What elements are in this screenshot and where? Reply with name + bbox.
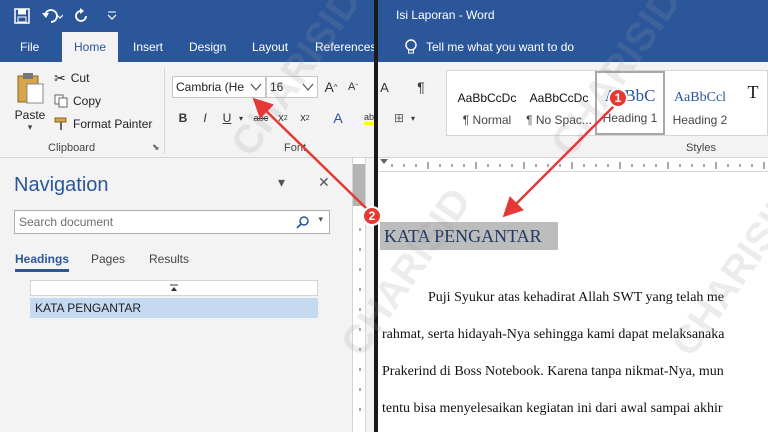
style-sample: AaBbC xyxy=(604,86,656,105)
style-heading-1[interactable]: AaBbC Heading 1 xyxy=(595,71,665,135)
chevron-down-icon[interactable] xyxy=(302,80,314,94)
cut-button[interactable]: ✂ Cut xyxy=(54,68,89,88)
style-no-spacing[interactable]: AaBbCcDc ¶ No Spac... xyxy=(523,71,595,135)
title-bar: Isi Laporan - Word xyxy=(0,0,768,32)
tab-file[interactable]: File xyxy=(20,32,39,62)
style-title[interactable]: T xyxy=(739,71,767,135)
styles-gallery: AaBbCcDc ¶ Normal AaBbCcDc ¶ No Spac... … xyxy=(446,70,768,136)
bold-icon[interactable]: B xyxy=(176,108,190,128)
search-placeholder: Search document xyxy=(19,215,114,229)
grow-font-icon[interactable]: A ^ xyxy=(322,76,340,98)
tell-me-box[interactable]: Tell me what you want to do xyxy=(404,32,574,62)
paste-button[interactable]: Paste ▾ xyxy=(10,72,50,133)
italic-icon[interactable]: I xyxy=(198,108,212,128)
chevron-down-icon[interactable]: ▾ xyxy=(408,108,418,128)
vertical-ruler xyxy=(352,158,366,432)
style-sample: T xyxy=(747,82,759,102)
nav-heading-item[interactable]: KATA PENGANTAR xyxy=(30,298,318,318)
format-painter-label: Format Painter xyxy=(73,117,153,131)
style-name: Heading 2 xyxy=(672,113,728,127)
copy-icon xyxy=(54,94,68,108)
copy-label: Copy xyxy=(73,94,102,108)
cut-label: Cut xyxy=(70,71,90,85)
font-group-label: Font xyxy=(284,142,307,154)
font-name-box[interactable]: Cambria (He xyxy=(172,76,266,98)
font-size-value: 16 xyxy=(270,80,284,94)
navigation-pane: Navigation ▾ ✕ Search document ▾ Heading… xyxy=(0,158,346,432)
document-heading[interactable]: KATA PENGANTAR xyxy=(380,222,558,250)
font-name-value: Cambria (He xyxy=(176,80,245,94)
navigation-title: Navigation xyxy=(14,174,109,196)
document-page[interactable]: KATA PENGANTAR Puji Syukur atas kehadira… xyxy=(378,172,768,432)
search-icon[interactable] xyxy=(296,216,309,229)
style-name: ¶ No Spac... xyxy=(526,113,592,127)
ruler-margin-shade xyxy=(353,164,365,206)
customize-qat-icon[interactable] xyxy=(100,4,124,28)
document-line[interactable]: Puji Syukur atas kehadirat Allah SWT yan… xyxy=(428,290,724,306)
quick-access-toolbar xyxy=(10,4,124,28)
style-normal[interactable]: AaBbCcDc ¶ Normal xyxy=(451,71,523,135)
save-icon[interactable] xyxy=(10,4,34,28)
superscript-icon[interactable]: x2 xyxy=(298,108,312,128)
style-sample: AaBbCcDc xyxy=(529,91,589,105)
copy-button[interactable]: Copy xyxy=(54,91,101,111)
annotation-badge-1: 1 xyxy=(608,88,628,108)
ribbon-tabs: File Home Insert Design Layout Reference… xyxy=(0,32,768,62)
underline-icon[interactable]: U xyxy=(220,108,234,128)
nav-tab-results[interactable]: Results xyxy=(149,252,189,266)
undo-icon[interactable] xyxy=(40,4,64,28)
lightbulb-icon xyxy=(405,39,417,54)
collapse-arrow-icon xyxy=(170,284,178,291)
close-icon[interactable]: ✕ xyxy=(318,174,330,191)
tab-references[interactable]: References xyxy=(315,32,376,62)
styles-group-label: Styles xyxy=(686,142,716,154)
window-title: Isi Laporan - Word xyxy=(396,8,495,22)
paste-dropdown-icon[interactable]: ▾ xyxy=(10,122,50,133)
annotation-badge-2: 2 xyxy=(362,206,382,226)
style-name: Heading 1 xyxy=(602,111,658,125)
tab-layout[interactable]: Layout xyxy=(252,32,288,62)
chevron-down-icon[interactable]: ▾ xyxy=(278,174,285,191)
pilcrow-icon[interactable]: ¶ xyxy=(412,76,430,98)
ruler-ticks xyxy=(380,159,765,169)
search-document-input[interactable]: Search document ▾ xyxy=(14,210,330,234)
redo-icon[interactable] xyxy=(70,4,94,28)
nav-tab-pages[interactable]: Pages xyxy=(91,252,125,266)
chevron-down-icon[interactable]: ▾ xyxy=(318,214,323,225)
paste-icon xyxy=(16,72,44,104)
borders-icon[interactable]: ⊞ xyxy=(392,108,406,128)
style-sample: AaBbCcDc xyxy=(457,91,517,105)
clipboard-launcher-icon[interactable]: ⬊ xyxy=(152,142,160,153)
tab-design[interactable]: Design xyxy=(189,32,226,62)
font-size-box[interactable]: 16 xyxy=(266,76,318,98)
document-line[interactable]: rahmat, serta hidayah-Nya sehingga kami … xyxy=(382,327,724,343)
collapse-all-bar[interactable] xyxy=(30,280,318,296)
ruler-ticks xyxy=(359,228,361,411)
tab-insert[interactable]: Insert xyxy=(133,32,163,62)
ribbon-home: Paste ▾ ✂ Cut Copy Format Painter Clipbo… xyxy=(0,62,768,158)
style-name: ¶ Normal xyxy=(462,113,512,127)
tab-home[interactable]: Home xyxy=(62,32,119,62)
text-effects-icon[interactable]: A xyxy=(330,108,346,128)
group-separator xyxy=(164,68,165,154)
tell-me-label: Tell me what you want to do xyxy=(426,40,575,54)
clipboard-group-label: Clipboard xyxy=(48,142,96,154)
document-line[interactable]: tentu bisa menyelesaikan kegiatan ini da… xyxy=(382,401,723,417)
shrink-font-icon[interactable]: Aˇ xyxy=(344,76,362,98)
clear-format-icon[interactable]: A xyxy=(376,76,392,98)
document-line[interactable]: Prakerind di Boss Notebook. Karena tanpa… xyxy=(382,364,724,380)
horizontal-ruler xyxy=(378,158,768,172)
subscript-icon[interactable]: x2 xyxy=(276,108,290,128)
format-painter-button[interactable]: Format Painter xyxy=(54,114,152,134)
chevron-down-icon[interactable]: ▾ xyxy=(236,108,246,128)
scissors-icon: ✂ xyxy=(54,69,66,86)
paste-label: Paste xyxy=(14,108,46,122)
nav-tab-headings[interactable]: Headings xyxy=(15,252,70,272)
style-heading-2[interactable]: AaBbCcl Heading 2 xyxy=(667,71,733,135)
strikethrough-icon[interactable]: abc xyxy=(252,108,270,128)
paintbrush-icon xyxy=(54,117,67,130)
chevron-down-icon[interactable] xyxy=(250,80,262,94)
style-sample: AaBbCcl xyxy=(673,90,727,105)
